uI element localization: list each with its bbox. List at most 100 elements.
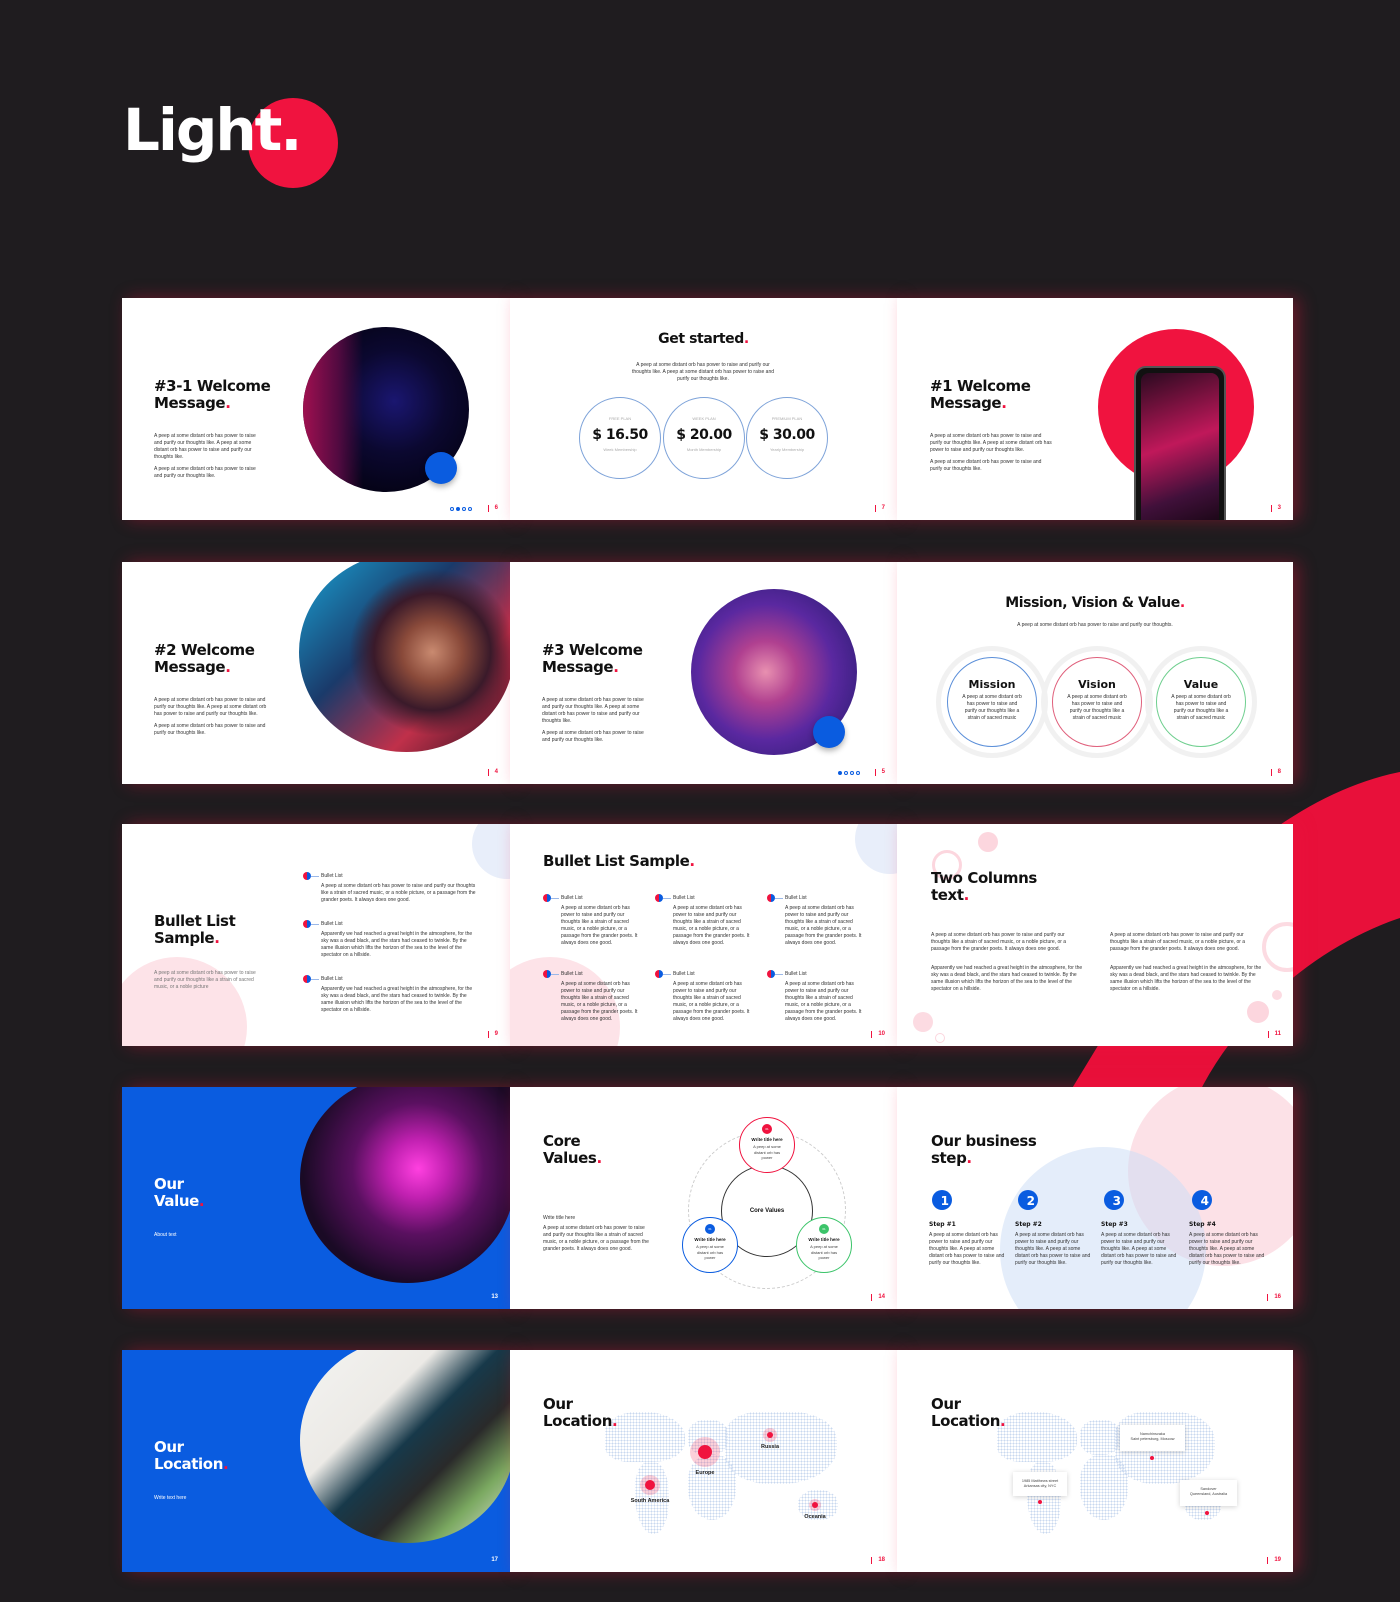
blue-accent-dot [425,452,457,484]
location-callout: 1985 Matthews street Arkansas city, NYC [1013,1472,1067,1496]
map-marker-oceania[interactable] [812,1502,818,1508]
slide-business-step[interactable]: Our business step. 1 Step #1 A peep at some… [897,1087,1293,1309]
slide-location-cover[interactable]: Our Location. Write text here 17 [122,1350,510,1572]
title-text: Light [123,96,282,164]
map-marker[interactable] [1038,1500,1042,1504]
pagination-dots[interactable] [838,771,860,775]
map-europe [1080,1420,1120,1455]
phone-screen-photo [1141,373,1219,520]
blue-blob-decoration [855,824,897,874]
slide-title: #3-1 Welcome Message. [154,377,271,412]
page-number: 9 [487,1031,498,1038]
slide-body: A peep at some distant orb has power to … [631,362,775,382]
step-1: 1 Step #1 A peep at some distant orb has p… [929,1190,1005,1267]
slide-title: Our business step. [931,1132,1037,1167]
bubble-decoration [1262,922,1293,972]
slide-title: Bullet List Sample. [154,912,236,947]
vision-circle: Vision A peep at some distant orb has pow… [1052,657,1142,747]
map-marker-europe[interactable] [698,1445,712,1459]
slide-bullet-list-1[interactable]: Bullet List Sample. A peep at some distan… [122,824,510,1046]
slide-body: A peep at some distant orb has power to … [542,697,644,743]
page-number: 4 [487,769,498,776]
pagination-dots[interactable] [450,507,472,511]
slide-body: A peep at some distant orb has power to … [930,433,1052,472]
core-value-node: 01 Write title here A peep at some distant… [796,1217,852,1273]
page-title: Light. [123,96,302,164]
slide-get-started[interactable]: Get started. A peep at some distant orb … [510,298,897,520]
map-north-america [997,1412,1077,1462]
mission-circle: Mission A peep at some distant orb has po… [947,657,1037,747]
plan-card-week[interactable]: WEEK PLAN $ 20.00 Month Membership [663,397,745,479]
slide-title: Core Values. [543,1132,602,1167]
title-dot: . [280,96,302,164]
core-value-node: 01 Write title here A peep at some distant… [739,1117,795,1173]
marker-label: Oceania [804,1514,826,1520]
slide-welcome-2[interactable]: #2 Welcome Message. A peep at some distan… [122,562,510,784]
column-right: A peep at some distant orb has power to … [1110,932,1262,992]
slide-body: A peep at some distant orb has power to … [154,697,267,736]
slide-location-callouts[interactable]: Our Location. Namchinsvaka Saint petersbur… [897,1350,1293,1572]
marker-label: Europe [695,1470,715,1476]
step-4: 4 Step #4 A peep at some distant orb has p… [1189,1190,1265,1267]
step-3: 3 Step #3 A peep at some distant orb has p… [1101,1190,1177,1267]
slide-location-map[interactable]: Our Location. Europe Russia South America… [510,1350,897,1572]
blue-accent-dot [813,716,845,748]
value-circle: Value A peep at some distant orb has powe… [1156,657,1246,747]
bubble-decoration [978,832,998,852]
blue-blob-decoration [472,824,510,879]
slide-title: Get started. [658,331,749,347]
slide-body: A peep at some distant orb has power to … [154,433,256,479]
map-marker[interactable] [1205,1511,1209,1515]
slide-our-value[interactable]: Our Value. About text 13 [122,1087,510,1309]
slide-body: About text [154,1232,177,1238]
slide-welcome-1[interactable]: #1 Welcome Message. A peep at some distan… [897,298,1293,520]
slide-title: Our Location. [931,1395,1006,1430]
plan-card-free[interactable]: FREE PLAN $ 16.50 Week Membership [579,397,661,479]
map-marker-russia[interactable] [767,1432,773,1438]
slide-title: Mission, Vision & Value. [1005,595,1185,611]
map-marker-south-america[interactable] [645,1480,655,1490]
page-number: 16 [1267,1294,1281,1301]
slide-body: A peep at some distant orb has power to … [154,970,256,990]
laptop-phone-photo [300,1087,510,1283]
slide-bullet-list-2[interactable]: Bullet List Sample. Bullet List A peep at… [510,824,897,1046]
slide-title: #2 Welcome Message. [154,641,255,676]
slide-title: Our Location. [543,1395,618,1430]
page-number: 14 [871,1294,885,1301]
slide-title: Our Value. [154,1175,205,1210]
page-number: 11 [1267,1031,1281,1038]
slide-mission-vision-value[interactable]: Mission, Vision & Value. A peep at some … [897,562,1293,784]
slide-core-values[interactable]: Core Values. Write title here A peep at so… [510,1087,897,1309]
page-number: 18 [871,1557,885,1564]
page-number: 6 [487,505,498,512]
step-2: 2 Step #2 A peep at some distant orb has p… [1015,1190,1091,1267]
page-number: 19 [1267,1557,1281,1564]
slide-title: Bullet List Sample. [543,852,695,870]
map-asia [725,1412,837,1484]
slide-body: Write title here A peep at some distant o… [543,1215,649,1252]
page-number: 13 [491,1294,498,1300]
slide-welcome-3-1[interactable]: #3-1 Welcome Message. A peep at some dist… [122,298,510,520]
page-number: 7 [874,505,885,512]
plan-card-premium[interactable]: PREMIUM PLAN $ 30.00 Yearly Membership [746,397,828,479]
bubble-decoration [1247,1001,1269,1023]
location-callout: Namchinsvaka Saint petersburg, Moscow [1120,1425,1185,1451]
slide-title: #3 Welcome Message. [542,641,643,676]
slide-body: Write text here [154,1495,187,1501]
map-marker[interactable] [1150,1456,1154,1460]
core-value-node: 01 Write title here A peep at some distant… [682,1217,738,1273]
bubble-decoration [935,1033,945,1043]
slide-welcome-3[interactable]: #3 Welcome Message. A peep at some distan… [510,562,897,784]
slide-title: Our Location. [154,1438,229,1473]
page-number: 3 [1270,505,1281,512]
slide-title: #1 Welcome Message. [930,377,1031,412]
slide-title: Two Columns text. [931,869,1037,904]
location-callout: Sandover Queensland, Australia [1180,1480,1237,1506]
slide-two-columns[interactable]: Two Columns text. A peep at some distant … [897,824,1293,1046]
page-number: 10 [871,1031,885,1038]
page-number: 8 [1270,769,1281,776]
bubble-decoration [913,1012,933,1032]
marker-label: South America [630,1498,670,1504]
neon-portrait-photo [299,562,510,752]
bubble-decoration [1272,990,1282,1000]
